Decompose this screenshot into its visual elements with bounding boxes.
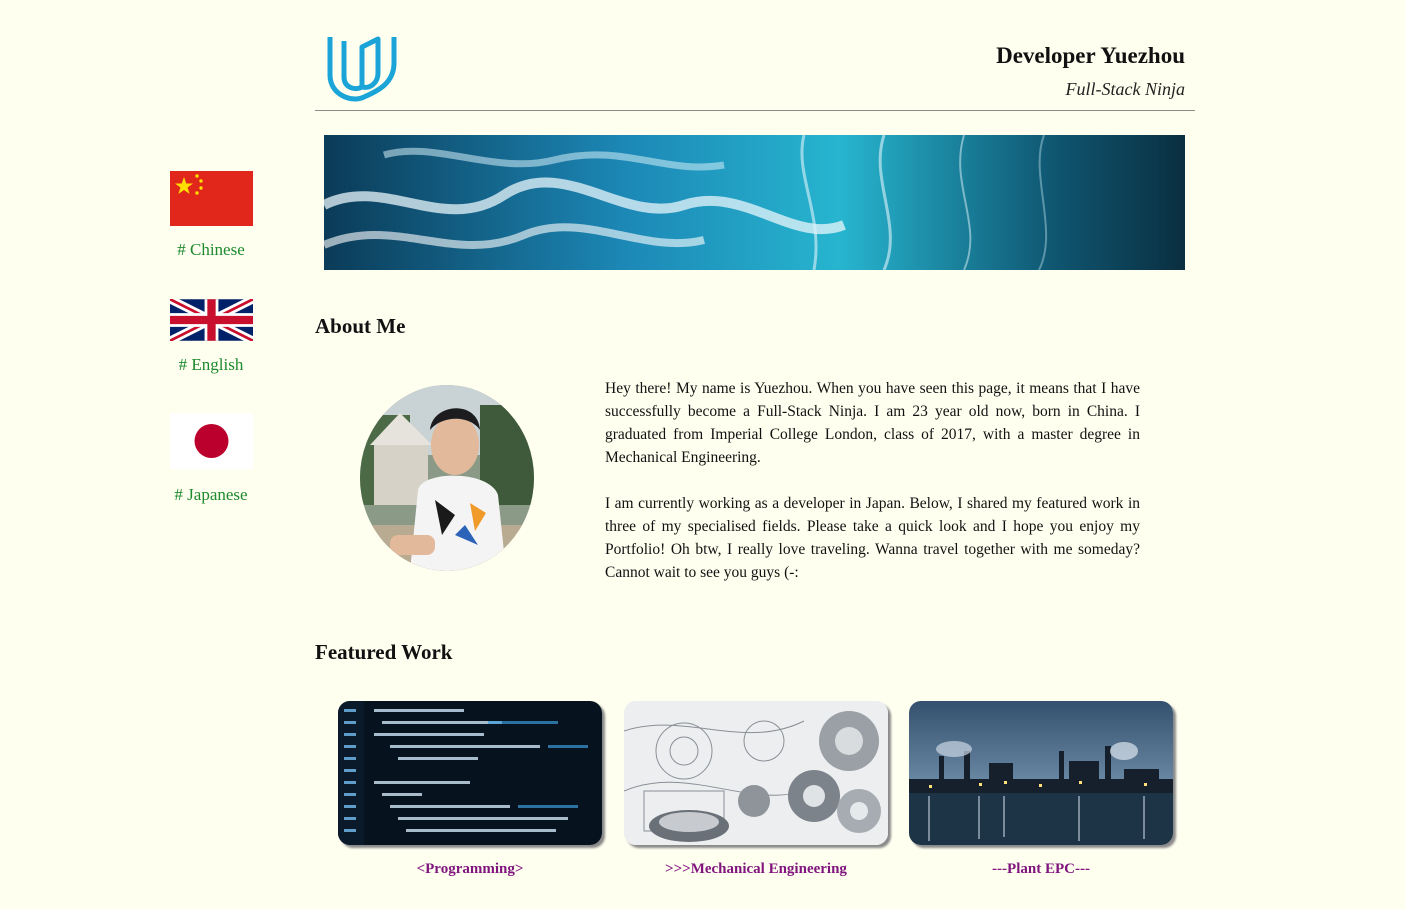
work-thumbnail[interactable] (624, 701, 888, 845)
language-label[interactable]: # English (150, 355, 272, 375)
japan-flag-icon (169, 413, 253, 469)
work-thumbnail[interactable] (338, 701, 602, 845)
work-caption[interactable]: <Programming> (338, 861, 602, 878)
work-caption[interactable]: ---Plant EPC--- (909, 861, 1173, 878)
site-subtitle: Full-Stack Ninja (1065, 79, 1185, 99)
work-card-plant-epc[interactable]: ---Plant EPC--- (909, 701, 1173, 878)
work-thumbnail[interactable] (909, 701, 1173, 845)
china-flag-icon (169, 171, 253, 226)
udacity-logo-icon[interactable] (326, 33, 398, 105)
site-title: Developer Yuezhou (996, 43, 1185, 68)
language-japanese[interactable]: # Japanese (150, 413, 272, 505)
industrial-plant-image (909, 701, 1173, 845)
ocean-banner-image (324, 135, 1185, 270)
page: # Chinese # English # Japanese Developer… (0, 0, 1405, 909)
about-paragraph: Hey there! My name is Yuezhou. When you … (605, 380, 1140, 466)
language-chinese[interactable]: # Chinese (150, 171, 272, 260)
about-paragraph: I am currently working as a developer in… (605, 495, 1140, 581)
work-card-programming[interactable]: <Programming> (338, 701, 602, 878)
code-screen-image (338, 701, 602, 845)
header-divider (315, 110, 1195, 111)
gears-drawing-image (624, 701, 888, 845)
about-heading: About Me (315, 314, 406, 338)
featured-heading: Featured Work (315, 640, 453, 664)
uk-flag-icon (169, 299, 253, 341)
language-label[interactable]: # Chinese (150, 240, 272, 260)
work-card-mechanical[interactable]: >>>Mechanical Engineering (624, 701, 888, 878)
work-caption[interactable]: >>>Mechanical Engineering (624, 861, 888, 878)
about-description: Hey there! My name is Yuezhou. When you … (605, 377, 1140, 607)
language-label[interactable]: # Japanese (150, 485, 272, 505)
profile-avatar (360, 385, 534, 571)
language-english[interactable]: # English (150, 299, 272, 375)
